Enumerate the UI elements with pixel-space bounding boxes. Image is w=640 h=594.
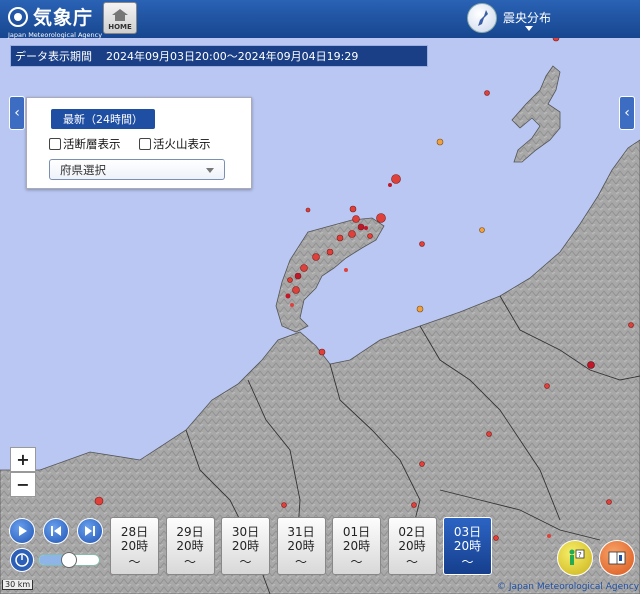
right-panel-toggle[interactable]: ‹ — [619, 96, 635, 130]
wave-icon: 〜 — [350, 555, 363, 569]
day-date: 31日 — [287, 525, 315, 539]
day-date: 03日 — [453, 525, 482, 539]
day-time: 20時 — [287, 539, 315, 553]
wave-icon: 〜 — [239, 555, 252, 569]
day-date: 30日 — [231, 525, 260, 539]
wave-icon: 〜 — [183, 555, 196, 569]
day-button[interactable]: 02日 20時〜 — [387, 517, 437, 575]
top-header: 気象庁 Japan Meteorological Agency HOME 震央分… — [0, 0, 640, 39]
latest-24h-button[interactable]: 最新（24時間） — [51, 109, 155, 129]
copyright-credit: © Japan Meteorological Agency — [497, 582, 640, 592]
chevron-left-icon: ‹ — [624, 105, 630, 121]
speed-slider-handle[interactable] — [61, 552, 77, 568]
left-panel-toggle[interactable]: ‹ — [9, 96, 25, 130]
period-label: データ表示期間 — [15, 50, 92, 63]
prefecture-select-value: 府県選択 — [60, 162, 106, 177]
svg-text:?: ? — [578, 551, 582, 559]
zoom-in-button[interactable]: + — [10, 447, 36, 472]
day-time: 20時 — [176, 539, 204, 553]
day-button[interactable]: 30日 20時〜 — [221, 517, 270, 575]
skip-forward-icon — [85, 526, 95, 536]
day-date: 01日 — [342, 525, 371, 539]
jma-logo-icon — [8, 6, 28, 27]
filter-panel: 最新（24時間） 活断層表示 活火山表示 府県選択 — [26, 97, 252, 189]
scale-bar: 30 km — [2, 580, 34, 590]
wave-icon: 〜 — [461, 555, 474, 569]
active-fault-checkbox[interactable]: 活断層表示 — [49, 136, 121, 152]
logo-title: 気象庁 — [33, 7, 94, 29]
play-icon — [19, 526, 27, 536]
zoom-out-button[interactable]: − — [10, 472, 36, 497]
day-time: 20時 — [120, 539, 149, 553]
jma-logo[interactable]: 気象庁 Japan Meteorological Agency — [8, 3, 102, 39]
checkbox-box[interactable] — [139, 138, 151, 150]
day-date: 29日 — [176, 525, 204, 539]
checkbox-box[interactable] — [49, 138, 61, 150]
prefecture-select[interactable]: 府県選択 — [49, 159, 225, 180]
day-time: 20時 — [231, 539, 260, 553]
period-range: 2024年09月03日20:00〜2024年09月04日19:29 — [106, 50, 359, 63]
day-button[interactable]: 28日 20時〜 — [110, 517, 159, 575]
skip-back-button[interactable] — [43, 518, 69, 544]
chevron-left-icon: ‹ — [14, 105, 20, 121]
help-icon: ? — [569, 549, 585, 565]
skip-back-icon — [51, 526, 61, 536]
day-time: 20時 — [342, 539, 371, 553]
active-fault-label: 活断層表示 — [63, 137, 121, 151]
mode-label[interactable]: 震央分布 — [503, 9, 551, 26]
chevron-down-icon — [206, 168, 214, 173]
day-time: 20時 — [398, 539, 426, 553]
day-time: 20時 — [453, 539, 482, 553]
speed-icon — [10, 548, 34, 572]
display-period-bar: データ表示期間 2024年09月03日20:00〜2024年09月04日19:2… — [10, 45, 428, 67]
logo-subtitle: Japan Meteorological Agency — [8, 31, 103, 39]
day-button[interactable]: 31日 20時〜 — [276, 517, 326, 575]
guide-button[interactable] — [599, 540, 635, 576]
day-date: 02日 — [398, 525, 426, 539]
day-button[interactable]: 03日 20時〜 — [443, 517, 492, 575]
home-label: HOME — [108, 23, 132, 31]
wave-icon: 〜 — [405, 555, 418, 569]
day-button[interactable]: 29日 20時〜 — [165, 517, 215, 575]
home-icon — [112, 9, 128, 21]
play-button[interactable] — [9, 518, 35, 544]
day-button[interactable]: 01日 20時〜 — [332, 517, 381, 575]
active-volcano-label: 活火山表示 — [153, 137, 211, 151]
home-button[interactable]: HOME — [103, 2, 137, 34]
book-icon — [608, 551, 626, 565]
globe-icon[interactable] — [467, 3, 497, 33]
day-date: 28日 — [120, 525, 149, 539]
mode-dropdown-caret-icon[interactable] — [525, 26, 533, 31]
active-volcano-checkbox[interactable]: 活火山表示 — [139, 136, 211, 152]
skip-forward-button[interactable] — [77, 518, 103, 544]
wave-icon: 〜 — [128, 555, 141, 569]
help-button[interactable]: ? — [557, 540, 593, 576]
wave-icon: 〜 — [294, 555, 307, 569]
